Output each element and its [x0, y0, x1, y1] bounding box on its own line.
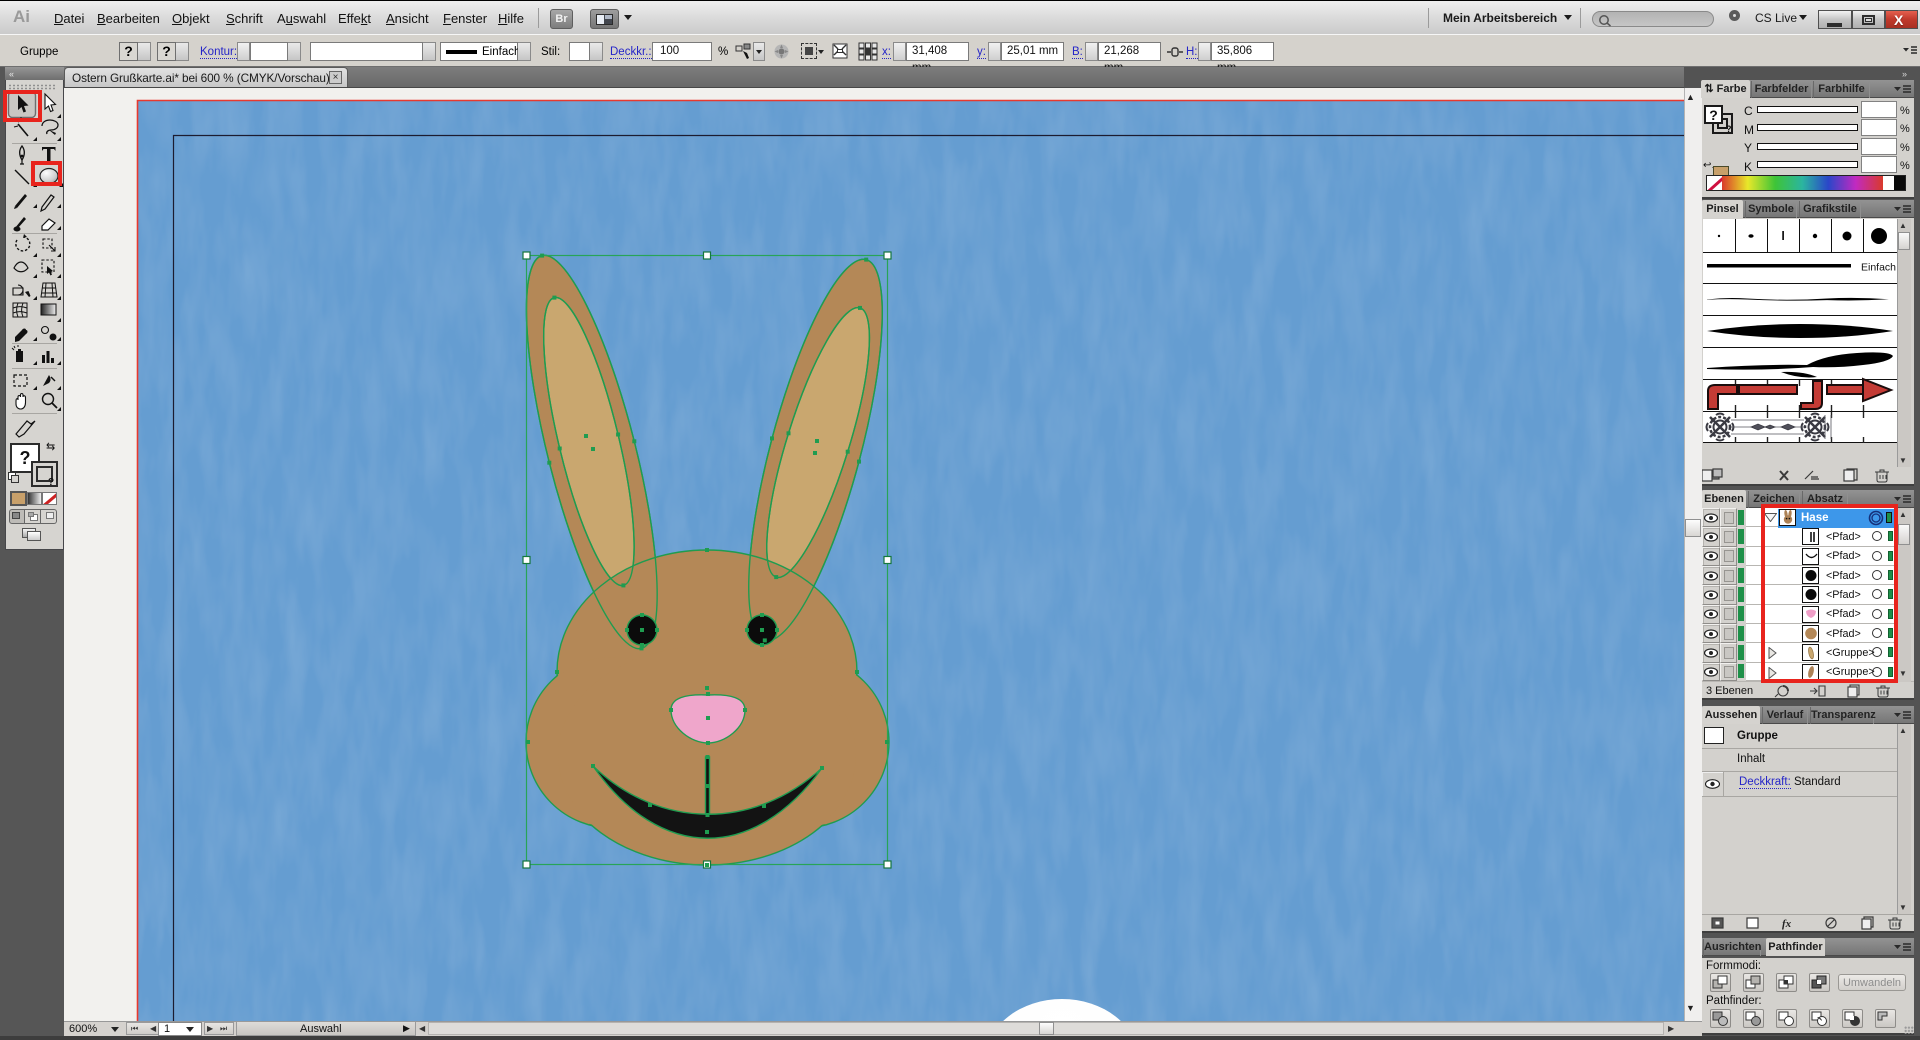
svg-text:Einfach: Einfach: [1861, 262, 1896, 274]
svg-text:fx: fx: [1782, 918, 1792, 930]
